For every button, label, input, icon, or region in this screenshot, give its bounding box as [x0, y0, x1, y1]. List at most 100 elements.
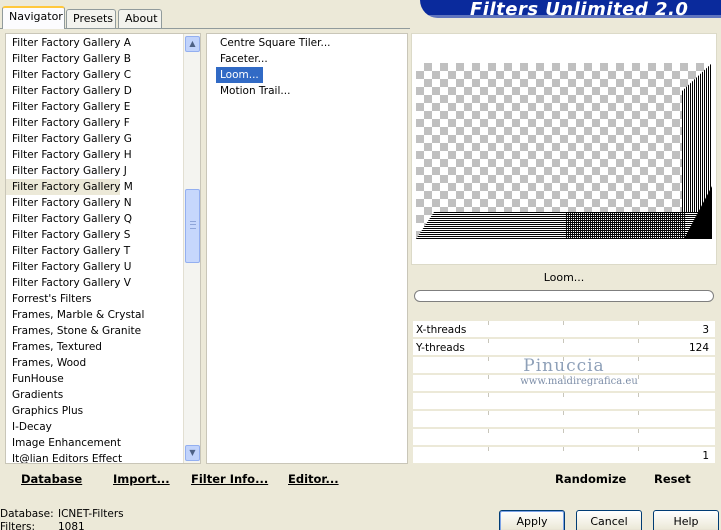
filter-info-button[interactable]: Filter Info...	[191, 472, 268, 486]
category-scrollbar[interactable]: ▲ ▼	[183, 34, 200, 463]
slider-tick	[638, 321, 639, 325]
status-filters-label: Filters:	[0, 521, 36, 530]
parameter-row[interactable]	[413, 375, 715, 393]
navigator-toolbar: Database Import... Filter Info... Editor…	[5, 466, 408, 493]
parameter-list: X-threads 3 Y-threads 124 1	[413, 321, 715, 465]
slider-tick	[563, 393, 564, 397]
scroll-down-button[interactable]: ▼	[185, 445, 200, 461]
filter-item[interactable]: Centre Square Tiler...	[216, 35, 335, 51]
category-item[interactable]: Filter Factory Gallery H	[6, 147, 200, 163]
category-item[interactable]: Filter Factory Gallery C	[6, 67, 200, 83]
filter-list[interactable]: Centre Square Tiler... Faceter... Loom... M…	[206, 33, 408, 464]
category-item[interactable]: Filter Factory Gallery T	[6, 243, 200, 259]
tab-presets[interactable]: Presets	[66, 9, 116, 28]
grip-icon	[190, 221, 196, 229]
preview-panel	[411, 33, 717, 265]
slider-tick	[488, 357, 489, 361]
editor-button[interactable]: Editor...	[288, 472, 339, 486]
category-item[interactable]: Frames, Stone & Granite	[6, 323, 200, 339]
category-item[interactable]: Graphics Plus	[6, 403, 200, 419]
slider-tick	[563, 339, 564, 343]
category-item[interactable]: Gradients	[6, 387, 200, 403]
parameter-label: Y-threads	[416, 342, 465, 354]
slider-tick	[488, 339, 489, 343]
parameter-row[interactable]	[413, 393, 715, 411]
slider-tick	[563, 375, 564, 379]
parameter-label: X-threads	[416, 324, 467, 336]
category-item[interactable]: Filter Factory Gallery S	[6, 227, 200, 243]
parameter-toolbar: Randomize Reset	[413, 466, 717, 493]
slider-tick	[638, 411, 639, 415]
slider-tick	[638, 375, 639, 379]
reset-button[interactable]: Reset	[654, 472, 691, 486]
parameter-row[interactable]: 1	[413, 447, 715, 465]
parameter-row[interactable]	[413, 411, 715, 429]
scroll-up-button[interactable]: ▲	[185, 36, 200, 52]
loom-pattern-bottom	[416, 212, 712, 239]
parameter-value: 3	[702, 324, 709, 336]
apply-button[interactable]: Apply	[499, 510, 565, 530]
category-item[interactable]: Filter Factory Gallery E	[6, 99, 200, 115]
slider-tick	[488, 375, 489, 379]
category-item[interactable]: Filter Factory Gallery U	[6, 259, 200, 275]
parameter-row[interactable]	[413, 429, 715, 447]
slider-tick	[563, 411, 564, 415]
slider-tick	[638, 429, 639, 433]
category-item[interactable]: Filter Factory Gallery Q	[6, 211, 200, 227]
tab-navigator[interactable]: Navigator	[2, 6, 65, 29]
parameter-row[interactable]: X-threads 3	[413, 321, 715, 339]
slider-tick	[488, 429, 489, 433]
app-title: Filters Unlimited 2.0	[470, 0, 689, 18]
category-item[interactable]: Frames, Marble & Crystal	[6, 307, 200, 323]
cancel-button[interactable]: Cancel	[576, 510, 642, 530]
progress-bar	[414, 290, 714, 302]
category-item[interactable]: Image Enhancement	[6, 435, 200, 451]
slider-tick	[563, 357, 564, 361]
app-banner: Filters Unlimited 2.0	[420, 0, 721, 18]
tab-about[interactable]: About	[118, 9, 162, 28]
status-filters-value: 1081	[58, 521, 85, 530]
slider-tick	[638, 393, 639, 397]
category-item[interactable]: It@lian Editors Effect	[6, 451, 200, 463]
help-button[interactable]: Help	[653, 510, 719, 530]
parameter-value: 124	[688, 342, 709, 354]
parameter-row[interactable]: Y-threads 124	[413, 339, 715, 357]
category-item[interactable]: Forrest's Filters	[6, 291, 200, 307]
filter-item[interactable]: Loom...	[216, 67, 263, 83]
slider-tick	[563, 429, 564, 433]
slider-tick	[638, 339, 639, 343]
category-item[interactable]: I-Decay	[6, 419, 200, 435]
parameter-row[interactable]	[413, 357, 715, 375]
category-item[interactable]: Filter Factory Gallery D	[6, 83, 200, 99]
filter-item[interactable]: Faceter...	[216, 51, 272, 67]
scroll-thumb[interactable]	[185, 189, 200, 263]
category-item[interactable]: Frames, Textured	[6, 339, 200, 355]
parameter-value: 1	[702, 450, 709, 462]
slider-tick	[563, 447, 564, 451]
category-item[interactable]: Filter Factory Gallery V	[6, 275, 200, 291]
selected-filter-name: Loom...	[543, 271, 585, 284]
category-list[interactable]: Filter Factory Gallery A Filter Factory G…	[5, 33, 201, 464]
category-item[interactable]: FunHouse	[6, 371, 200, 387]
status-database-label: Database:	[0, 508, 54, 520]
filter-item[interactable]: Motion Trail...	[216, 83, 294, 99]
database-button[interactable]: Database	[21, 472, 82, 486]
category-item[interactable]: Filter Factory Gallery M	[6, 179, 133, 195]
category-item[interactable]: Frames, Wood	[6, 355, 200, 371]
category-item[interactable]: Filter Factory Gallery F	[6, 115, 200, 131]
randomize-button[interactable]: Randomize	[555, 472, 626, 486]
slider-tick	[488, 411, 489, 415]
slider-tick	[488, 321, 489, 325]
import-button[interactable]: Import...	[113, 472, 170, 486]
slider-tick	[488, 393, 489, 397]
category-item[interactable]: Filter Factory Gallery G	[6, 131, 200, 147]
slider-tick	[488, 447, 489, 451]
slider-tick	[563, 321, 564, 325]
category-item[interactable]: Filter Factory Gallery J	[6, 163, 200, 179]
slider-tick	[638, 447, 639, 451]
slider-tick	[638, 357, 639, 361]
category-item[interactable]: Filter Factory Gallery N	[6, 195, 200, 211]
status-database-value: ICNET-Filters	[58, 508, 124, 520]
category-item[interactable]: Filter Factory Gallery A	[6, 35, 200, 51]
category-item[interactable]: Filter Factory Gallery B	[6, 51, 200, 67]
